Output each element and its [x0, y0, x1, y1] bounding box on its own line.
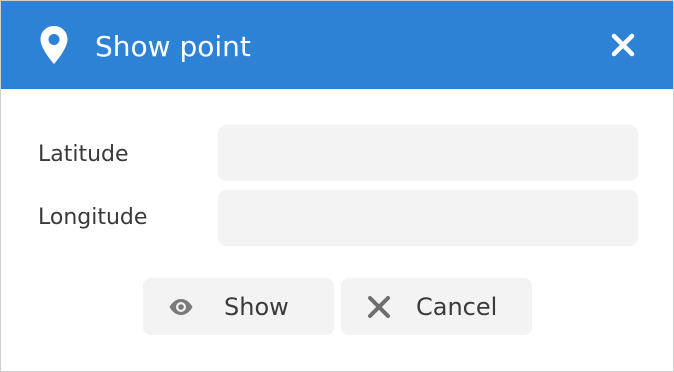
longitude-label: Longitude — [38, 205, 148, 230]
latitude-input[interactable] — [218, 125, 638, 181]
dialog-titlebar: Show point — [1, 1, 673, 89]
longitude-input[interactable] — [218, 190, 638, 246]
dialog-title: Show point — [95, 30, 251, 63]
map-marker-icon — [40, 26, 68, 64]
latitude-label: Latitude — [38, 142, 129, 167]
show-button-label: Show — [224, 293, 289, 321]
show-point-dialog: Show point Latitude Longitude Show Cance… — [0, 0, 674, 372]
show-button[interactable]: Show — [143, 278, 334, 335]
x-icon — [368, 296, 390, 318]
cancel-button[interactable]: Cancel — [341, 278, 532, 335]
eye-icon — [169, 299, 193, 315]
close-icon — [611, 33, 635, 57]
cancel-button-label: Cancel — [416, 293, 498, 321]
close-button[interactable] — [605, 27, 641, 63]
